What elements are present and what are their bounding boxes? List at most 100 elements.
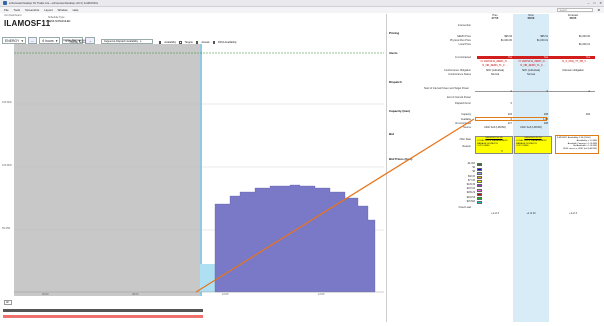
search-input[interactable]: Search (557, 7, 594, 13)
price-band-label: $77.00 (467, 179, 475, 182)
capacity-cell: 208 (543, 113, 548, 116)
start-power-label: Start of Interval Power and Target Power (424, 87, 469, 90)
band-footer-cell: +1 of 10 (526, 212, 536, 215)
constraint-id[interactable]: N_NR_ZERO_TL_F ... (475, 64, 515, 67)
menu-help[interactable]: Help (73, 8, 79, 12)
pricing-cell: $95.51 (540, 35, 548, 38)
price-band-label: $32.00 (467, 175, 475, 178)
price-band-label: $0 (472, 171, 475, 174)
price-band-swatch (477, 171, 482, 175)
source-cell: UIGF Self (LMOSF) (484, 126, 506, 129)
x-tick-label: 08:00 (132, 293, 139, 296)
bid-volume-area (214, 184, 376, 293)
forward-arrow-button[interactable]: → (85, 37, 95, 44)
past-region (14, 44, 200, 296)
app-icon (3, 1, 7, 5)
bid-volume-chart[interactable]: 150 MW 100 MW 50 MW 06:00 08:00 10:00 12… (0, 44, 384, 296)
chart-navigator: All (0, 297, 384, 326)
constraint-id[interactable]: N_NR_ZERO_TL_F ... (513, 64, 553, 67)
dispatch-cell: 0 (510, 89, 512, 93)
capacity-row-label: Available (460, 117, 471, 121)
constraint-id[interactable]: N_X_FRQ_TT_FB_T... (555, 60, 595, 63)
pricing-cell: $1,000.01 (536, 39, 548, 42)
x-tick-label: 06:00 (42, 293, 49, 296)
menu-layout[interactable]: Layout (44, 8, 52, 12)
bid-prices-section-title: Bid Prices (Gen) (389, 157, 413, 161)
constraint-id[interactable]: N::LMOSF11_ZERO_N ... (475, 60, 515, 63)
price-band-swatch (477, 184, 482, 188)
capacity-cell: 216 (507, 113, 512, 116)
conformance-cell: Unknown obligation (562, 69, 584, 72)
bid-section-title: Bid (389, 132, 394, 136)
price-band-label: $404.56 (466, 196, 475, 199)
conformance-status-label: Conformance Status (448, 73, 471, 76)
now-bid-box[interactable]: 04/06/2023 07:54 LOCAL PRICE MANAGEMENT … (514, 136, 552, 154)
chevron-down-icon: ▾ (140, 40, 142, 43)
prev-bid-box[interactable]: 04/06/2023 07:49 LOCAL PRICE MANAGEMENT … (475, 136, 513, 154)
constrained-cell: Yes (507, 56, 512, 59)
arrow-right-icon: → (88, 38, 92, 43)
unconstrained-cell: 208 (543, 122, 548, 125)
settings-icon[interactable]: ⚙ (597, 8, 600, 12)
capacity-row-label: Capacity (461, 113, 471, 116)
title-bar: ezForecast Desktop SV Trader Lite - ezFo… (0, 0, 604, 7)
conformance-status-cell: Normal (490, 73, 500, 76)
price-band-swatch (477, 201, 482, 205)
zoom-select[interactable]: All (4, 300, 12, 305)
window-controls: – □ ✕ (588, 1, 602, 5)
price-band-label: $0 (472, 167, 475, 170)
timeline-scrollbar[interactable] (3, 309, 203, 312)
capacity-row-label: Source (463, 126, 471, 129)
menu-tools[interactable]: Tools (14, 8, 21, 12)
price-band-label: $129.39 (466, 184, 475, 186)
forecast-scrollbar[interactable] (3, 315, 203, 318)
pricing-cell: $1,000.00 (578, 35, 590, 38)
source-cell: UIGF Self (LMOSF) (520, 126, 542, 129)
menu-bar: File Tools Screenshot Layout Window Help… (0, 7, 604, 13)
price-band-swatch (477, 196, 482, 200)
y-tick-label: 150 MW (2, 101, 12, 104)
capacity-cell: 203 (585, 113, 590, 116)
now-reason-line: MANAGE DISPATCH OUTCOMES (516, 142, 537, 148)
duid-title: ILAMOSF11 (4, 19, 51, 28)
pricing-cell: $1,000.00 (500, 39, 512, 42)
pricing-cell: $1,000.01 (578, 43, 590, 46)
chart-svg (14, 44, 384, 296)
dispatch-cell: 0 (546, 89, 548, 93)
pricing-row-label: Local Price (458, 43, 471, 46)
dispatch-error-label: Dispatch Error (455, 102, 471, 105)
prev-reason-line: MANAGE DISPATCH OUTCOMES (477, 142, 498, 148)
menu-window[interactable]: Window (58, 8, 68, 12)
col-now-header: Now 08:00 (513, 14, 549, 21)
offer-date-label: Offer Date (459, 138, 472, 141)
fixed-load-label: Fixed Load (458, 206, 471, 209)
price-band-swatch (477, 192, 482, 196)
maximize-icon[interactable]: □ (593, 1, 595, 5)
col-now-time: 08:00 (527, 17, 535, 21)
rebid-count: 5 (501, 150, 503, 153)
conformance-status-cell: Normal (526, 73, 536, 76)
conformance-label: Conformance Obligation (444, 69, 471, 72)
conformance-cell: SDC (individual) (521, 69, 541, 72)
menu-screenshot[interactable]: Screenshot (25, 8, 39, 12)
col-prev-header: Prev 07:55 (477, 14, 513, 21)
capacity-row-label: Unconstrained (454, 122, 471, 125)
schedule-type-label: Schedule Type (48, 16, 65, 19)
constraint-id[interactable]: N::LMOSF11_ZERO_N ... (513, 60, 553, 63)
constrained-label: Is Constrained (454, 56, 471, 59)
price-band-swatch (477, 167, 482, 171)
pricing-cell: $96.94 (504, 35, 512, 38)
price-band-swatch (477, 188, 482, 192)
price-band-label: $299.29 (466, 192, 475, 195)
band-footer-cell: +1 of 3 (569, 212, 577, 215)
menu-file[interactable]: File (4, 8, 9, 12)
conformance-cell: SDC (individual) (485, 69, 505, 72)
price-band-label: -$1,000 (467, 163, 475, 165)
availability-tooltip: ILMOSF11 Availability 2.30 (03:50) Avail… (555, 135, 599, 154)
pricing-row-label: NEMO Price (457, 35, 471, 38)
col-forecast-header: Forecast 08:05 (555, 14, 591, 21)
close-icon[interactable]: ✕ (599, 1, 602, 5)
dispatch-cell: 0 (588, 89, 590, 93)
unit-info-panel: Prev 07:55 Now 08:00 Forecast 08:05 Inte… (386, 14, 600, 322)
minimize-icon[interactable]: – (588, 1, 590, 5)
